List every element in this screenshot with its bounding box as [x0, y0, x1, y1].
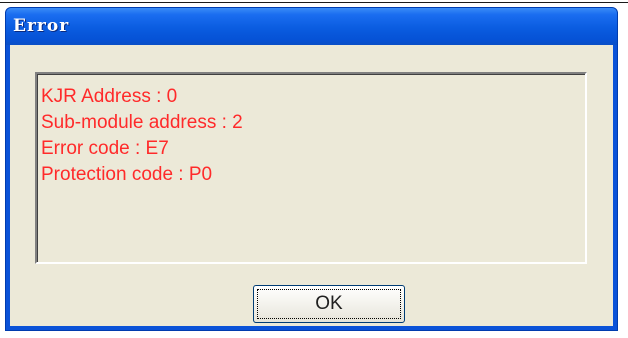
dialog-title: Error — [13, 16, 70, 36]
kjr-address-line: KJR Address : 0 — [41, 86, 178, 107]
error-code-line: Error code : E7 — [41, 138, 169, 159]
top-border-line — [0, 0, 628, 7]
sub-module-address-line: Sub-module address : 2 — [41, 112, 243, 133]
protection-code-line: Protection code : P0 — [41, 164, 213, 185]
message-box: KJR Address : 0 Sub-module address : 2 E… — [35, 72, 587, 264]
dialog-body: KJR Address : 0 Sub-module address : 2 E… — [10, 45, 613, 326]
ok-button[interactable]: OK — [253, 285, 405, 323]
title-bar[interactable]: Error — [6, 8, 617, 45]
error-dialog: Error KJR Address : 0 Sub-module address… — [5, 7, 618, 331]
ok-button-label: OK — [315, 293, 343, 314]
